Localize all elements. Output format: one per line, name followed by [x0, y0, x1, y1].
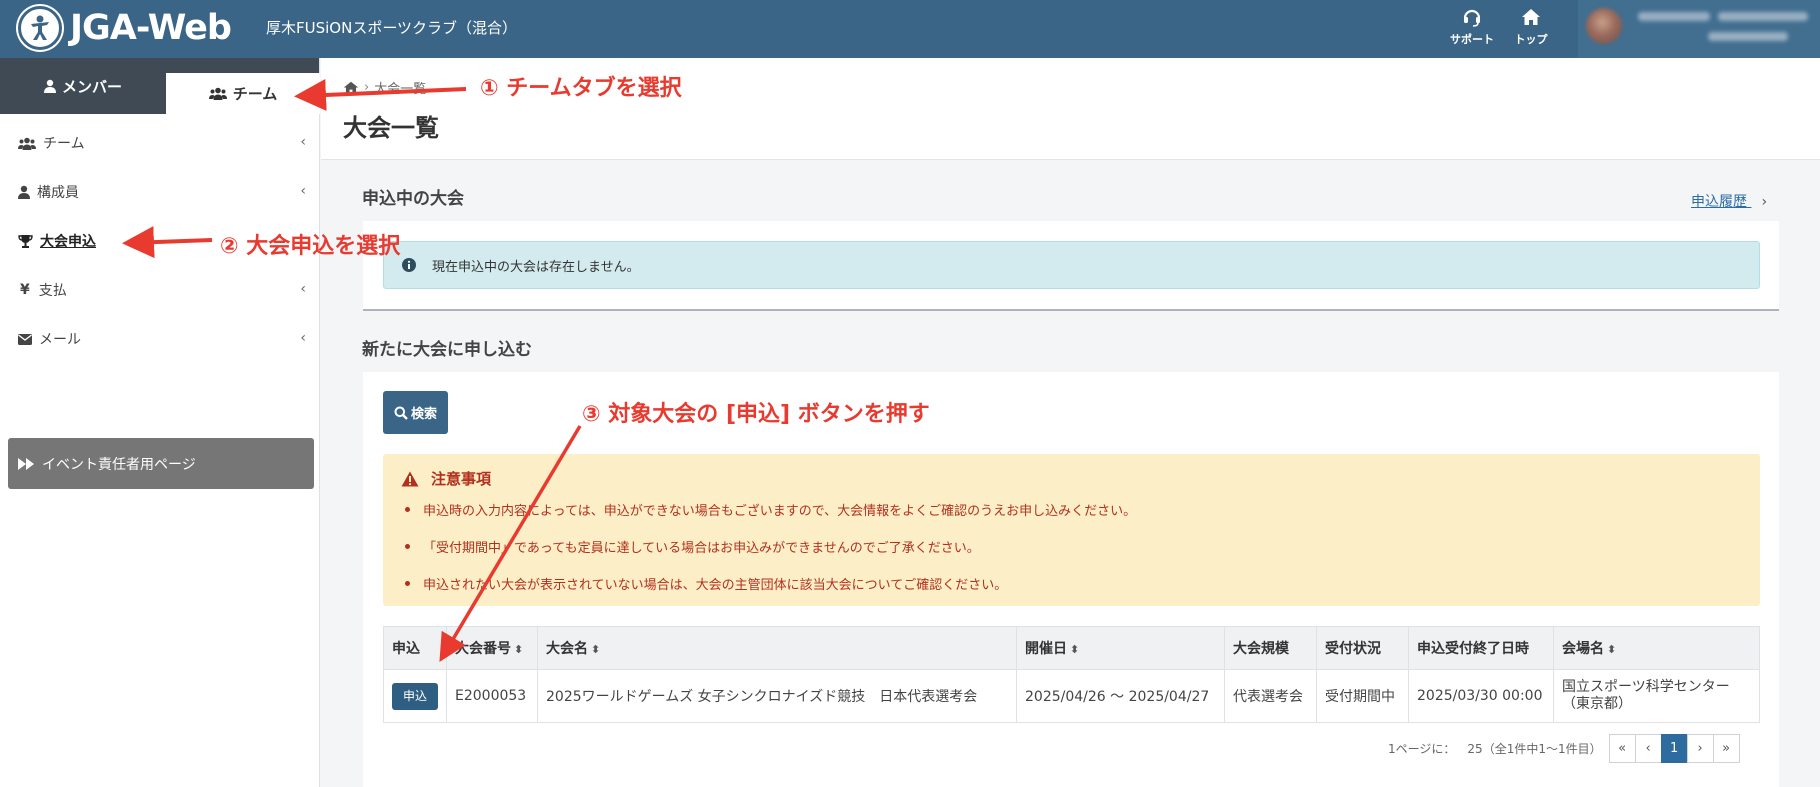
arrow-step-2: [122, 226, 213, 259]
arrow-step-3: [439, 425, 582, 663]
annotation-arrows: [122, 78, 582, 663]
arrow-step-1: [294, 78, 467, 111]
